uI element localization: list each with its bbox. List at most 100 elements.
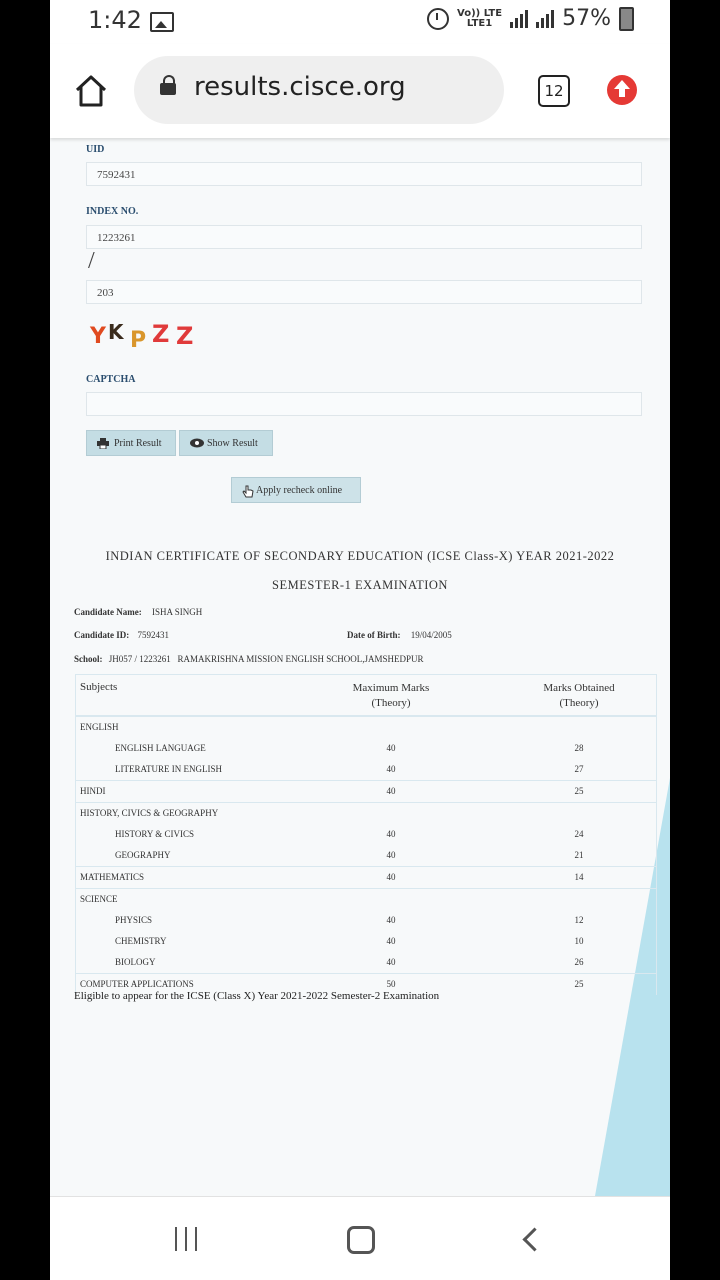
tab-switcher-button[interactable]: 12 <box>538 75 570 107</box>
index-field-2[interactable]: 203 <box>86 280 642 304</box>
status-bar: 1:42 Vo)) LTE LTE1 57% <box>50 0 670 44</box>
captcha-input[interactable] <box>86 392 642 416</box>
max-marks: 50 <box>386 979 396 989</box>
table-row: ENGLISH LANGUAGE 40 28 <box>76 738 656 759</box>
max-marks: 40 <box>386 764 396 774</box>
max-marks: 40 <box>386 786 396 796</box>
uid-field[interactable]: 7592431 <box>86 162 642 186</box>
table-row: GEOGRAPHY 40 21 <box>76 845 656 866</box>
max-marks: 40 <box>386 957 396 967</box>
eligibility-note: Eligible to appear for the ICSE (Class X… <box>74 990 440 1002</box>
subject-name: GEOGRAPHY <box>115 850 171 860</box>
subject-name: CHEMISTRY <box>115 936 167 946</box>
subject-name: PHYSICS <box>115 915 153 925</box>
status-right-group: Vo)) LTE LTE1 57% <box>427 6 634 31</box>
subject-name: COMPUTER APPLICATIONS <box>80 979 194 989</box>
apply-recheck-label: Apply recheck online <box>256 485 343 496</box>
marks-obtained: 12 <box>574 915 584 925</box>
marks-obtained: 27 <box>574 764 584 774</box>
battery-percent: 57% <box>562 6 611 31</box>
header-max-marks-title: Maximum Marks <box>352 682 430 694</box>
table-row: SCIENCE <box>76 888 656 910</box>
subject-name: ENGLISH <box>80 722 119 732</box>
result-subheading: SEMESTER-1 EXAMINATION <box>272 578 448 592</box>
table-row: PHYSICS 40 12 <box>76 910 656 931</box>
subject-name: HINDI <box>80 786 106 796</box>
table-header-row: Subjects Maximum Marks (Theory) Marks Ob… <box>76 675 656 716</box>
status-time: 1:42 <box>88 6 142 34</box>
candidate-id-row: Candidate ID: 7592431 <box>74 630 169 640</box>
marks-obtained: 24 <box>574 829 584 839</box>
max-marks: 40 <box>386 872 396 882</box>
home-icon[interactable] <box>74 74 108 108</box>
phone-screen: 1:42 Vo)) LTE LTE1 57% results.cisce.org <box>50 0 670 1280</box>
candidate-name-row: Candidate Name: ISHA SINGH <box>74 607 202 617</box>
table-row: LITERATURE IN ENGLISH 40 27 <box>76 759 656 780</box>
back-icon[interactable] <box>522 1227 547 1252</box>
recent-apps-icon[interactable] <box>175 1227 199 1251</box>
captcha-image: Y K P Z Z <box>90 320 194 353</box>
index-separator: / <box>88 248 95 274</box>
hand-pointer-icon <box>242 485 254 498</box>
table-body: ENGLISH ENGLISH LANGUAGE 40 28 LITERATURE IN… <box>76 716 656 995</box>
signal-strength-icon-1 <box>510 9 529 28</box>
table-row: CHEMISTRY 40 10 <box>76 931 656 952</box>
nav-home-icon[interactable] <box>347 1226 375 1254</box>
index-label: INDEX NO. <box>86 206 139 217</box>
max-marks: 40 <box>386 915 396 925</box>
marks-table: Subjects Maximum Marks (Theory) Marks Ob… <box>75 674 657 995</box>
alarm-icon <box>427 7 450 30</box>
marks-obtained: 26 <box>574 957 584 967</box>
max-marks: 40 <box>386 743 396 753</box>
gallery-notification-icon <box>150 12 174 32</box>
eye-icon <box>190 438 204 448</box>
print-icon <box>97 438 109 449</box>
table-row: MATHEMATICS 40 14 <box>76 866 656 888</box>
table-row: HINDI 40 25 <box>76 780 656 802</box>
browser-toolbar: results.cisce.org 12 <box>50 44 670 138</box>
subject-name: HISTORY, CIVICS & GEOGRAPHY <box>80 808 219 818</box>
dob-value: 19/04/2005 <box>410 630 452 640</box>
battery-charging-icon <box>619 6 634 31</box>
show-result-label: Show Result <box>207 438 258 449</box>
apply-recheck-button[interactable]: Apply recheck online <box>231 477 361 503</box>
address-bar[interactable]: results.cisce.org <box>134 56 504 124</box>
index-field-1[interactable]: 1223261 <box>86 225 642 249</box>
print-result-button[interactable]: Print Result <box>86 430 176 456</box>
show-result-button[interactable]: Show Result <box>179 430 273 456</box>
marks-obtained: 14 <box>574 872 584 882</box>
max-marks: 40 <box>386 936 396 946</box>
header-max-marks-sub: (Theory) <box>371 697 411 709</box>
subject-name: BIOLOGY <box>115 957 156 967</box>
dob-label: Date of Birth: <box>347 630 401 640</box>
print-result-label: Print Result <box>114 438 162 449</box>
school-value: JH057 / 1223261 RAMAKRISHNA MISSION ENGL… <box>108 654 424 664</box>
candidate-id-label: Candidate ID: <box>74 630 130 640</box>
uid-label: UID <box>86 144 105 155</box>
header-obtained-sub: (Theory) <box>559 697 599 709</box>
dob-row: Date of Birth: 19/04/2005 <box>347 630 452 640</box>
signal-strength-icon-2 <box>536 9 555 28</box>
header-obtained-title: Marks Obtained <box>543 682 615 694</box>
marks-obtained: 28 <box>574 743 584 753</box>
subject-name: LITERATURE IN ENGLISH <box>115 764 222 774</box>
update-arrow-icon[interactable] <box>607 75 637 105</box>
header-max-marks: Maximum Marks (Theory) <box>346 681 436 711</box>
url-text: results.cisce.org <box>194 72 406 102</box>
candidate-id: 7592431 <box>137 630 170 640</box>
table-row: BIOLOGY 40 26 <box>76 952 656 973</box>
subject-name: ENGLISH LANGUAGE <box>115 743 206 753</box>
candidate-name: ISHA SINGH <box>152 607 203 617</box>
network-type-top: Vo)) LTE <box>457 7 503 19</box>
candidate-name-label: Candidate Name: <box>74 607 142 617</box>
network-type: Vo)) LTE LTE1 <box>457 7 503 29</box>
school-row: School: JH057 / 1223261 RAMAKRISHNA MISS… <box>74 654 424 664</box>
table-row: ENGLISH <box>76 716 656 738</box>
subject-name: SCIENCE <box>80 894 118 904</box>
page-content: UID 7592431 INDEX NO. 1223261 / 203 Y K … <box>50 138 670 1196</box>
marks-obtained: 25 <box>574 979 584 989</box>
marks-obtained: 10 <box>574 936 584 946</box>
max-marks: 40 <box>386 850 396 860</box>
table-row: HISTORY & CIVICS 40 24 <box>76 824 656 845</box>
marks-obtained: 21 <box>574 850 584 860</box>
